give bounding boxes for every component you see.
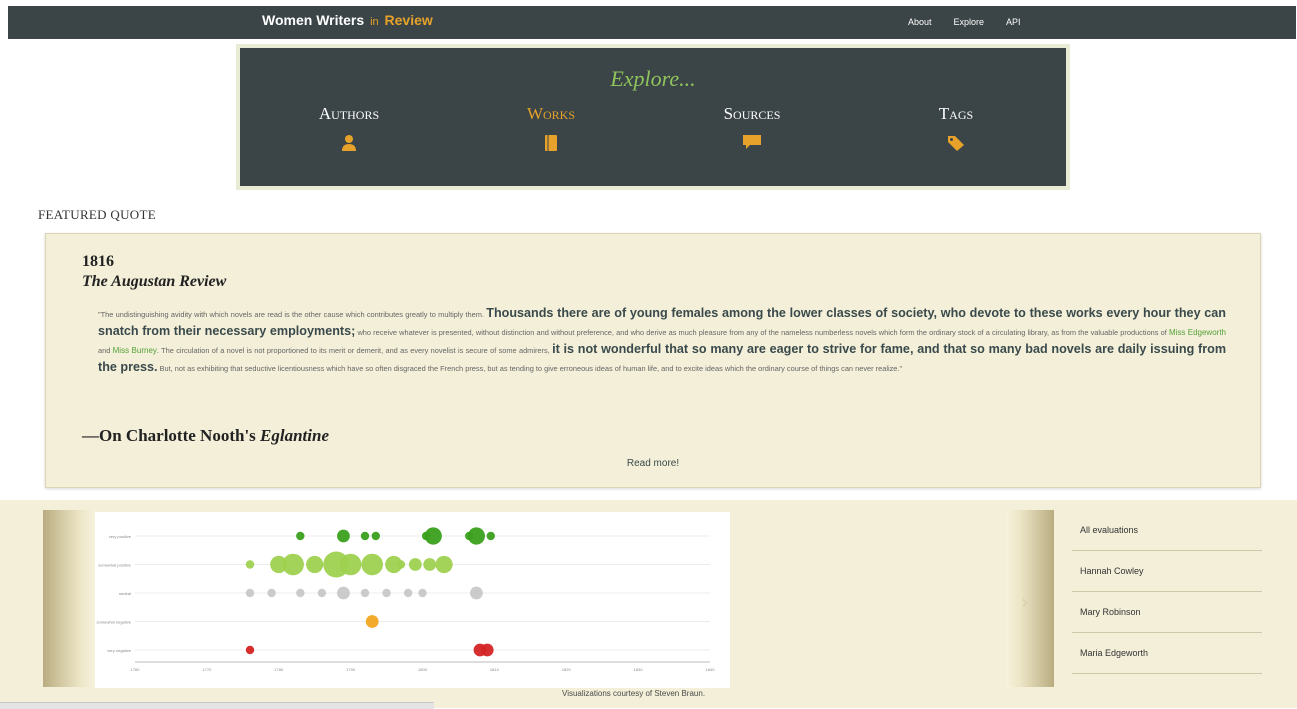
speech-bubble-icon <box>743 135 761 149</box>
x-tick-label: 1800 <box>418 667 428 672</box>
data-point <box>371 531 380 541</box>
eval-hannah-cowley-label: Hannah Cowley <box>1080 566 1144 576</box>
quote-year: 1816 <box>82 253 114 270</box>
author-link-edgeworth[interactable]: Miss Edgeworth <box>1169 328 1226 337</box>
data-point <box>296 588 305 598</box>
data-point <box>480 643 494 657</box>
data-point <box>337 529 350 543</box>
quote-text: "The undistinguishing avidity with which… <box>98 310 487 319</box>
attribution-work: Eglantine <box>260 426 329 445</box>
quote-text: But, not as exhibiting that seductive li… <box>157 364 903 373</box>
data-point <box>361 553 383 576</box>
explore-works-label: Works <box>526 104 576 123</box>
site-brand[interactable]: Women Writers in Review <box>262 12 433 28</box>
nav-api-link[interactable]: API <box>1006 17 1021 27</box>
data-point <box>267 588 276 598</box>
data-point <box>360 588 370 598</box>
x-tick-label: 1820 <box>562 667 572 672</box>
data-point <box>486 531 495 541</box>
explore-title: Explore... <box>610 66 696 91</box>
chevron-left-icon: ‹ <box>61 590 69 614</box>
data-point <box>435 555 453 574</box>
data-point <box>296 531 305 541</box>
data-point <box>423 558 437 571</box>
x-tick-label: 1840 <box>706 667 716 672</box>
data-point <box>306 555 324 574</box>
data-point <box>245 560 255 569</box>
x-tick-label: 1790 <box>346 667 356 672</box>
explore-tags[interactable]: Tags <box>896 104 1016 152</box>
person-icon <box>342 135 356 151</box>
quote-text: and <box>98 346 113 355</box>
author-link-burney[interactable]: Miss Burney <box>113 346 157 355</box>
y-tick-label: very negative <box>107 648 132 653</box>
evaluation-filter-list: All evaluations Hannah Cowley Mary Robin… <box>1072 510 1262 674</box>
evaluation-scatter-chart: very negative somewhat negative neutral som… <box>95 512 730 688</box>
explore-sources-label: Sources <box>723 104 781 123</box>
read-more-label: Read more! <box>626 458 680 469</box>
read-more-link[interactable]: Read more! <box>46 458 1260 469</box>
eval-mary-robinson-label: Mary Robinson <box>1080 607 1141 617</box>
x-tick-label: 1830 <box>634 667 644 672</box>
quote-source: The Augustan Review <box>82 273 227 290</box>
featured-quote-heading: FEATURED QUOTE <box>38 207 156 222</box>
y-tick-label: neutral <box>119 591 131 596</box>
data-point <box>467 527 486 545</box>
quote-body: "The undistinguishing avidity with which… <box>98 305 1226 377</box>
nav-about-link[interactable]: About <box>908 17 932 27</box>
top-nav-links: About Explore API <box>908 17 1021 27</box>
visualization-credit: Visualizations courtesy of Steven Braun. <box>562 689 706 698</box>
data-point <box>396 560 406 569</box>
x-tick-label: 1770 <box>202 667 212 672</box>
quote-attribution: —On Charlotte Nooth's Eglantine <box>82 426 329 446</box>
top-navbar: Women Writers in Review About Explore AP… <box>8 6 1296 39</box>
data-point <box>403 588 413 598</box>
quote-text: . The circulation of a novel is not prop… <box>156 346 553 355</box>
y-tick-label: somewhat positive <box>98 563 132 568</box>
attribution-prefix: —On Charlotte Nooth's <box>82 426 261 445</box>
brand-in: in <box>370 16 379 28</box>
chevron-right-icon: › <box>1021 590 1029 614</box>
carousel-next-button[interactable]: › <box>1006 510 1054 687</box>
brand-main: Women Writers <box>262 12 365 28</box>
explore-authors[interactable]: Authors <box>289 104 409 152</box>
data-point <box>424 527 442 545</box>
data-point <box>245 645 255 655</box>
data-point <box>470 586 483 600</box>
chart-svg: very negative somewhat negative neutral som… <box>97 527 716 672</box>
nav-explore-link[interactable]: Explore <box>954 17 985 27</box>
quote-text: who receive whatever is presented, witho… <box>355 328 1169 337</box>
explore-works[interactable]: Works <box>491 104 611 152</box>
data-point <box>360 531 370 541</box>
x-tick-label: 1760 <box>131 667 141 672</box>
featured-quote-card: 1816 The Augustan Review "The undistingu… <box>45 233 1261 488</box>
eval-maria-edgeworth-label: Maria Edgeworth <box>1080 648 1149 658</box>
data-point <box>382 588 391 598</box>
data-point <box>337 586 350 600</box>
data-point <box>339 553 362 576</box>
book-icon <box>545 135 557 151</box>
explore-sources[interactable]: Sources <box>692 104 812 150</box>
explore-tags-label: Tags <box>938 104 974 123</box>
x-tick-label: 1780 <box>274 667 284 672</box>
data-point <box>245 588 255 598</box>
explore-authors-label: Authors <box>318 104 380 123</box>
x-tick-label: 1810 <box>490 667 500 672</box>
data-point <box>408 558 422 571</box>
eval-maria-edgeworth[interactable]: Maria Edgeworth <box>1072 633 1262 674</box>
y-tick-label: somewhat negative <box>97 620 132 625</box>
carousel-prev-button[interactable]: ‹ <box>43 510 95 687</box>
data-point <box>365 615 379 628</box>
eval-all-label: All evaluations <box>1080 525 1139 535</box>
data-point <box>418 588 427 598</box>
tag-icon <box>948 136 964 151</box>
data-point <box>282 553 304 576</box>
explore-panel: Explore... Authors Works Sources Tags <box>240 48 1066 186</box>
eval-mary-robinson[interactable]: Mary Robinson <box>1072 592 1262 633</box>
y-tick-label: very positive <box>109 534 132 539</box>
eval-hannah-cowley[interactable]: Hannah Cowley <box>1072 551 1262 592</box>
data-point <box>317 588 327 598</box>
brand-review: Review <box>384 12 433 28</box>
eval-all[interactable]: All evaluations <box>1072 510 1262 551</box>
